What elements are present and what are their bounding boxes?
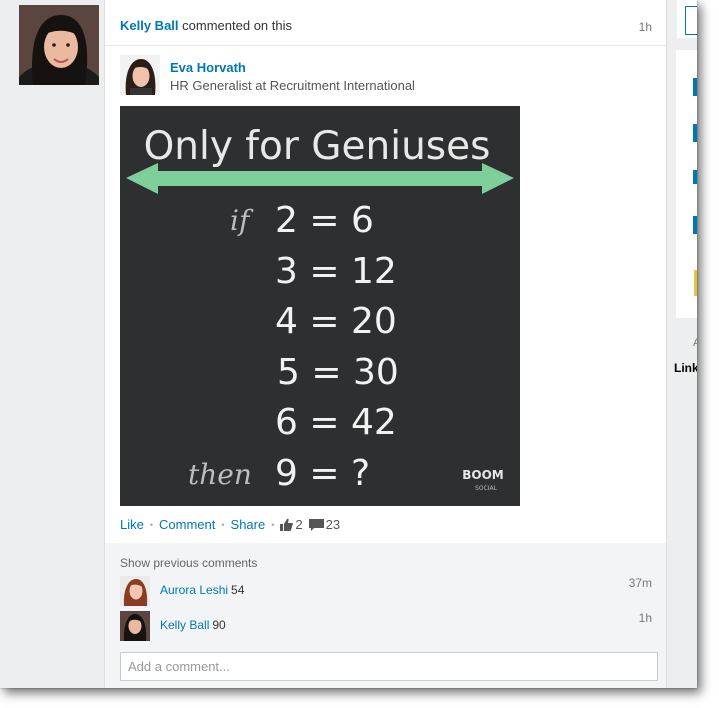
image-equation-5: 6 = 42 [275,402,397,443]
commenter-avatar-image [120,611,150,641]
author-headline: HR Generalist at Recruitment Internation… [170,78,415,93]
likes-count-value: 2 [295,517,303,532]
image-equation-6: 9 = ? [275,453,370,494]
likes-count[interactable]: 2 [280,517,303,532]
comment-body: Aurora Leshi 54 [160,583,244,597]
comment-item: Aurora Leshi 54 37m [120,576,652,606]
right-column-text-fragment [693,170,697,184]
separator-dot: • [221,519,225,530]
right-column-link-fragment[interactable]: Link [674,361,697,375]
comment-item: Kelly Ball 90 1h [120,611,652,641]
comment-timestamp: 1h [638,611,652,625]
actor-avatar[interactable] [19,5,99,85]
author-avatar-image [120,55,160,95]
author-name-link[interactable]: Eva Horvath [170,60,246,75]
separator-dot: • [271,519,275,530]
post-actions-bar: Like • Comment • Share • 2 23 [120,517,340,532]
image-equation-1: 2 = 6 [275,200,374,241]
show-previous-comments-link[interactable]: Show previous comments [120,556,257,570]
comment-link[interactable]: Comment [159,517,215,532]
thumbs-up-icon [280,518,294,531]
right-column-yellow-button[interactable] [694,270,697,296]
actor-avatar-image [19,5,99,85]
comments-section: Show previous comments Aurora Leshi 54 37… [105,543,666,688]
logo-sub-text: SOCIAL [475,485,498,492]
comment-text: 54 [231,583,245,597]
feed-update-card: Kelly Ball commented on this 1h Eva Horv… [104,0,667,688]
image-then-label: then [188,458,252,491]
separator-dot: • [149,519,154,530]
comments-count-value: 23 [325,517,341,532]
right-column-letter: A [693,337,697,349]
actor-name-link[interactable]: Kelly Ball [120,18,179,33]
image-equation-3: 4 = 20 [275,301,397,342]
right-column-text-fragment [693,78,697,96]
image-equation-4: 5 = 30 [277,352,399,393]
share-link[interactable]: Share [231,517,266,532]
commenter-name-link[interactable]: Aurora Leshi [160,583,228,597]
commenter-name-link[interactable]: Kelly Ball [160,618,209,632]
activity-header: Kelly Ball commented on this 1h [105,0,666,46]
commenter-avatar[interactable] [120,611,150,641]
comments-count[interactable]: 23 [308,517,341,532]
comment-timestamp: 37m [628,576,652,590]
right-column-button[interactable] [685,6,697,35]
window-frame: ◦◦ Kelly Ball commented on this 1h Eva H… [0,0,697,688]
commenter-avatar-image [120,576,150,606]
right-column-text-fragment [693,216,697,234]
image-title: Only for Geniuses [144,124,491,169]
like-link[interactable]: Like [120,517,144,532]
puzzle-image: Only for Geniuses if 2 = 6 3 = 12 4 = 20… [120,106,520,506]
comment-bubble-icon [308,518,324,531]
activity-timestamp: 1h [638,20,652,34]
post-image[interactable]: Only for Geniuses if 2 = 6 3 = 12 4 = 20… [120,106,520,506]
image-equation-2: 3 = 12 [275,251,397,292]
activity-action-text: commented on this [182,18,292,33]
commenter-avatar[interactable] [120,576,150,606]
logo-text: BOOM [462,468,504,482]
add-comment-input[interactable]: Add a comment... [120,652,658,681]
author-avatar[interactable] [120,55,160,95]
comment-body: Kelly Ball 90 [160,618,226,632]
comment-text: 90 [212,618,226,632]
activity-line: Kelly Ball commented on this [120,18,292,33]
right-column-text-fragment [693,124,697,142]
